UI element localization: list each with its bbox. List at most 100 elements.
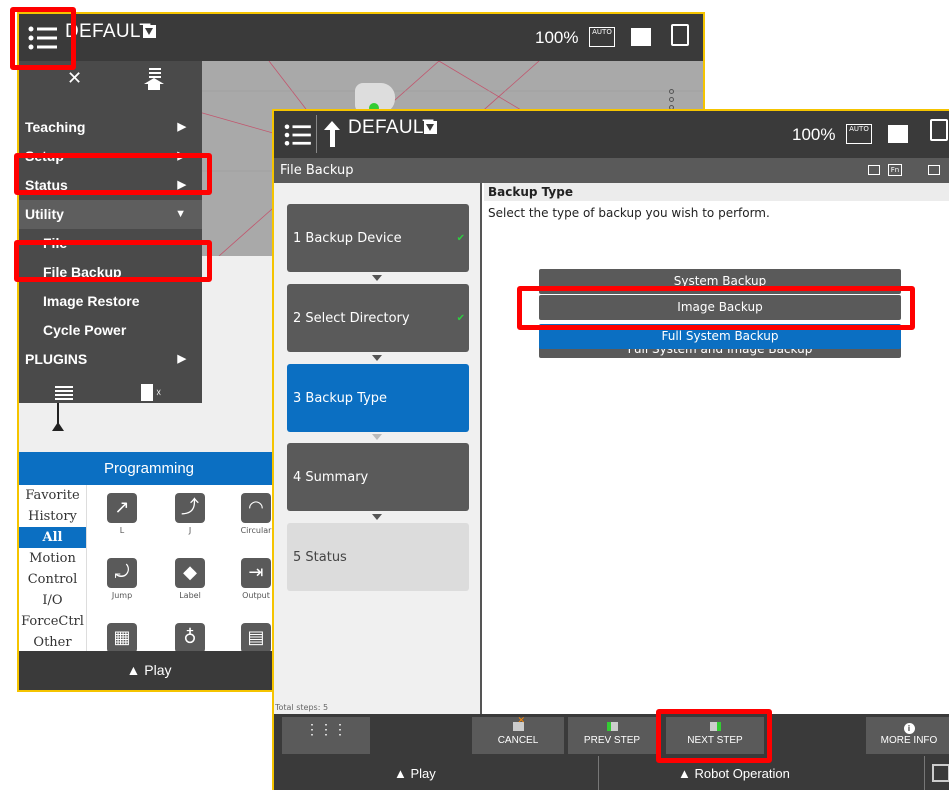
divider: [924, 756, 925, 790]
tool-label: Label: [179, 591, 201, 600]
output-icon: ⇥: [241, 558, 271, 588]
auto-mode-icon[interactable]: AUTO: [589, 27, 615, 47]
menu-item-setup[interactable]: Setup ▶: [19, 142, 202, 171]
divider: [316, 115, 317, 153]
screenshot-stage: DEFAULT 100% AUTO ✕ Teaching ▶ Setup ▶ S…: [0, 0, 949, 790]
auto-mode-icon[interactable]: AUTO: [846, 124, 872, 144]
gripper-icon: ♁: [175, 623, 205, 653]
tool-label[interactable]: ◆ Label: [165, 558, 215, 600]
category-list: Favorite History All Motion Control I/O …: [19, 485, 87, 653]
category-favorite[interactable]: Favorite: [19, 485, 86, 506]
front-play-button[interactable]: ▲ Play: [394, 766, 436, 781]
wizard-step-list: 1 Backup Device ✔ 2 Select Directory ✔ 3 B…: [274, 183, 482, 714]
tool-label: Jump: [111, 591, 133, 600]
option-full-system-backup[interactable]: Full System Backup: [539, 324, 901, 349]
category-forcectrl[interactable]: ForceCtrl: [19, 611, 86, 632]
prev-step-button[interactable]: PREV STEP: [568, 717, 656, 754]
menu-item-image-restore[interactable]: Image Restore: [19, 287, 202, 316]
keypad-grid-icon: ⋮⋮⋮: [305, 721, 347, 737]
step-label: 3 Backup Type: [293, 390, 388, 406]
step-label: 2 Select Directory: [293, 310, 410, 326]
project-dropdown-icon[interactable]: [143, 25, 156, 38]
category-io[interactable]: I/O: [19, 590, 86, 611]
step-summary[interactable]: 4 Summary: [287, 443, 469, 511]
tool-label: L: [119, 526, 125, 535]
menu-label: Cycle Power: [43, 322, 127, 338]
touch-device-icon[interactable]: [930, 119, 948, 141]
submenu-arrow-icon: ▶: [177, 121, 186, 133]
page-header-bar: File Backup Fn: [274, 158, 949, 183]
menu-item-utility[interactable]: Utility ▼: [19, 200, 202, 229]
cancel-icon: ✕: [472, 716, 564, 735]
category-control[interactable]: Control: [19, 569, 86, 590]
robot-teach-icon[interactable]: [888, 125, 908, 143]
option-system-backup[interactable]: System Backup: [539, 269, 901, 294]
tool-label: Output: [242, 591, 270, 600]
hamburger-menu-icon[interactable]: [25, 20, 61, 56]
disconnect-icon[interactable]: ✕: [67, 68, 82, 89]
category-history[interactable]: History: [19, 506, 86, 527]
page-title: File Backup: [280, 163, 354, 178]
auto-mode-text: AUTO: [849, 125, 869, 133]
menu-item-plugins[interactable]: PLUGINS ▶: [19, 345, 202, 374]
hamburger-menu-icon[interactable]: [280, 117, 316, 153]
cancel-button[interactable]: ✕ CANCEL: [472, 716, 564, 754]
next-step-label: NEXT STEP: [687, 735, 743, 746]
step-connector-icon: [372, 514, 382, 520]
tool-linear-move[interactable]: ↗ L: [97, 493, 147, 535]
category-motion[interactable]: Motion: [19, 548, 86, 569]
keypad-button[interactable]: ⋮⋮⋮: [282, 717, 370, 754]
array-grid-icon: ▦: [107, 623, 137, 653]
robot-teach-icon[interactable]: [631, 28, 651, 46]
step-status[interactable]: 5 Status: [287, 523, 469, 591]
menu-item-file[interactable]: File: [19, 229, 202, 258]
auto-mode-text: AUTO: [592, 28, 612, 36]
panel-layout-icon[interactable]: [868, 165, 880, 175]
category-all[interactable]: All: [19, 527, 86, 548]
robot-operation-button[interactable]: ▲ Robot Operation: [678, 766, 790, 781]
menu-item-cycle-power[interactable]: Cycle Power: [19, 316, 202, 345]
tool-label: J: [188, 526, 192, 535]
menu-item-status[interactable]: Status ▶: [19, 171, 202, 200]
zoom-level: 100%: [792, 125, 836, 144]
total-steps-label: Total steps: 5: [275, 703, 329, 712]
teach-pendant-icon[interactable]: [55, 384, 73, 400]
pallet-icon: ▤: [241, 623, 271, 653]
menu-label: Setup: [25, 148, 64, 164]
back-arrow-icon[interactable]: [322, 119, 342, 149]
info-icon: i: [866, 717, 949, 735]
collapse-panel-icon[interactable]: [928, 165, 940, 175]
back-play-button[interactable]: ▲ Play: [19, 651, 279, 690]
robot-home-icon[interactable]: [144, 66, 164, 90]
option-image-backup[interactable]: Image Backup: [539, 295, 901, 320]
fn-key-button[interactable]: Fn: [888, 164, 902, 176]
zoom-level: 100%: [535, 28, 579, 47]
content-description: Select the type of backup you wish to pe…: [488, 206, 770, 220]
step-backup-type[interactable]: 3 Backup Type: [287, 364, 469, 432]
front-play-bar: ▲ Play ▲ Robot Operation: [274, 756, 949, 790]
tool-jump[interactable]: ⤾ Jump: [97, 558, 147, 600]
touch-device-icon[interactable]: [671, 24, 689, 46]
menu-label: Teaching: [25, 119, 86, 135]
submenu-arrow-icon: ▶: [177, 179, 186, 191]
controller-icon[interactable]: [932, 764, 949, 782]
tool-label: Circular: [240, 526, 272, 535]
exit-door-icon[interactable]: [141, 384, 153, 401]
fn-label: Fn: [890, 166, 900, 174]
project-title[interactable]: DEFAULT: [65, 21, 151, 43]
menu-item-teaching[interactable]: Teaching ▶: [19, 113, 202, 142]
circular-move-icon: ◠: [241, 493, 271, 523]
next-step-icon: [666, 717, 764, 735]
next-step-button[interactable]: NEXT STEP: [666, 717, 764, 754]
more-info-button[interactable]: i MORE INFO: [866, 717, 949, 754]
step-backup-device[interactable]: 1 Backup Device ✔: [287, 204, 469, 272]
menu-item-file-backup[interactable]: File Backup: [19, 258, 202, 287]
category-other[interactable]: Other: [19, 632, 86, 653]
label-tag-icon: ◆: [175, 558, 205, 588]
tool-joint-move[interactable]: ⤴ J: [165, 493, 215, 535]
project-title[interactable]: DEFAULT: [348, 117, 434, 139]
prev-step-icon: [568, 717, 656, 735]
step-select-directory[interactable]: 2 Select Directory ✔: [287, 284, 469, 352]
project-dropdown-icon[interactable]: [424, 121, 437, 134]
menu-footer-icons: ☓: [19, 374, 202, 418]
